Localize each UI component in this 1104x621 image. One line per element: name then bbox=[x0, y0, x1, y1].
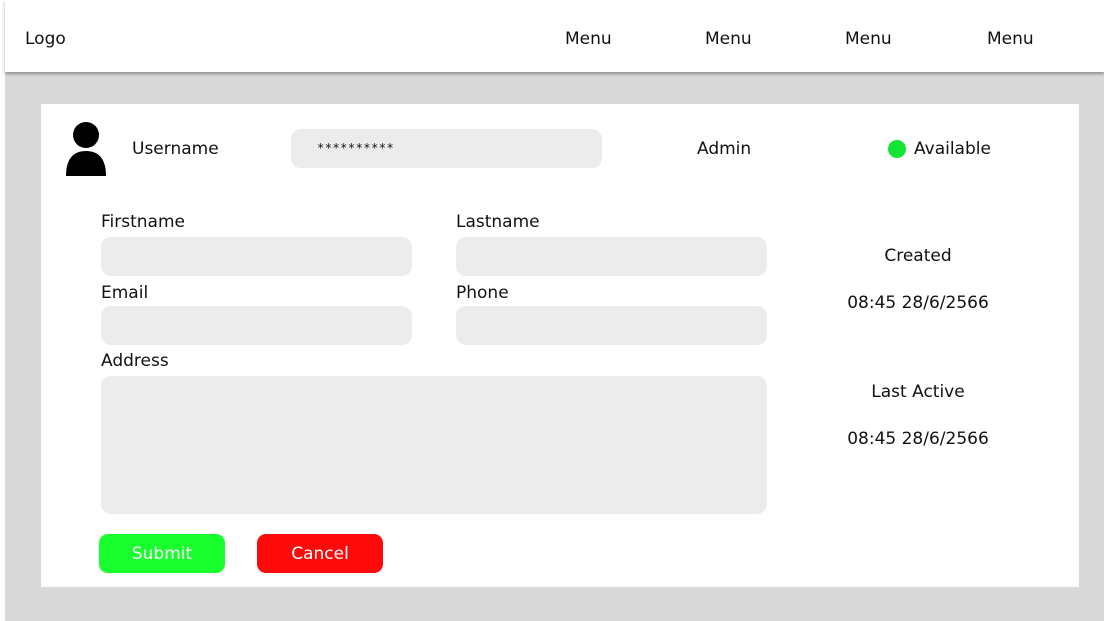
lastname-input[interactable] bbox=[456, 237, 767, 276]
address-label: Address bbox=[101, 351, 169, 371]
user-icon bbox=[66, 122, 106, 176]
email-input[interactable] bbox=[101, 306, 412, 345]
cancel-button[interactable]: Cancel bbox=[257, 534, 383, 573]
address-textarea[interactable] bbox=[101, 376, 767, 514]
last-active-label: Last Active bbox=[871, 382, 965, 402]
created-label: Created bbox=[884, 246, 952, 266]
menu-item-2[interactable]: Menu bbox=[705, 29, 752, 49]
profile-card bbox=[41, 104, 1079, 587]
submit-button[interactable]: Submit bbox=[99, 534, 225, 573]
password-field[interactable]: ********** bbox=[291, 129, 602, 168]
phone-label: Phone bbox=[456, 283, 509, 303]
firstname-label: Firstname bbox=[101, 212, 185, 232]
menu-item-1[interactable]: Menu bbox=[565, 29, 612, 49]
lastname-label: Lastname bbox=[456, 212, 540, 232]
firstname-input[interactable] bbox=[101, 237, 412, 276]
logo[interactable]: Logo bbox=[25, 29, 66, 49]
status-indicator-icon bbox=[888, 140, 906, 158]
email-label: Email bbox=[101, 283, 149, 303]
last-active-timestamp: 08:45 28/6/2566 bbox=[847, 429, 989, 449]
menu-item-3[interactable]: Menu bbox=[845, 29, 892, 49]
role-label: Admin bbox=[697, 139, 752, 159]
status-label: Available bbox=[914, 139, 991, 159]
username-label: Username bbox=[132, 139, 219, 159]
phone-input[interactable] bbox=[456, 306, 767, 345]
created-timestamp: 08:45 28/6/2566 bbox=[847, 293, 989, 313]
menu-item-4[interactable]: Menu bbox=[987, 29, 1034, 49]
top-navbar: Logo Menu Menu Menu Menu bbox=[5, 0, 1104, 72]
